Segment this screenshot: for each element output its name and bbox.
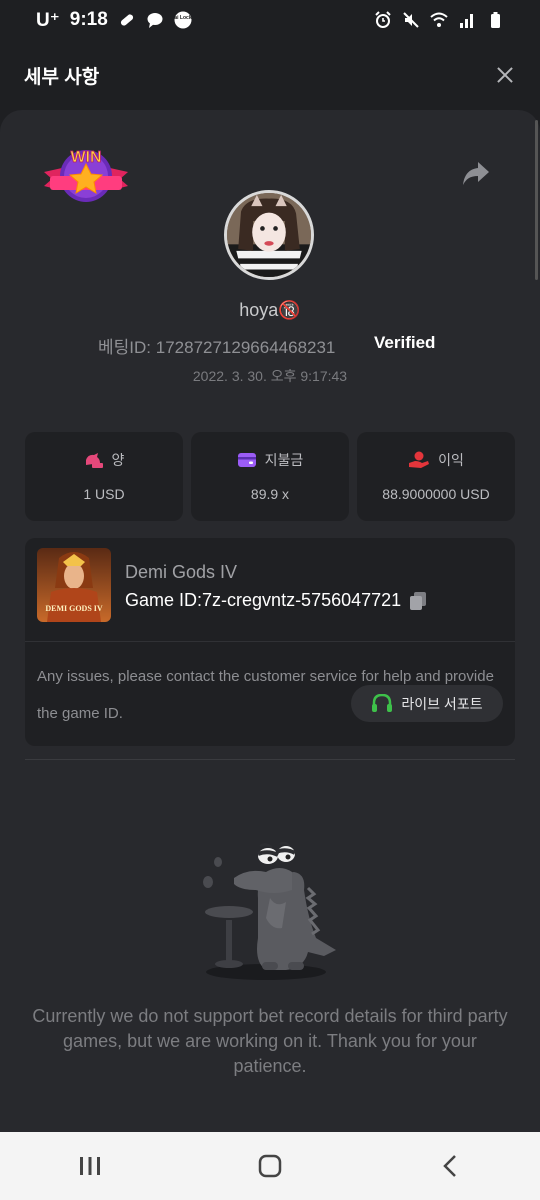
- dinosaur-illustration-icon: [203, 841, 336, 980]
- profit-hand-icon: [408, 451, 430, 472]
- status-time: 9:18: [69, 9, 108, 30]
- headset-icon: [372, 693, 393, 712]
- lock-app-text: ai Lock: [174, 15, 191, 21]
- section-divider: [25, 759, 515, 760]
- share-icon[interactable]: [462, 160, 490, 186]
- back-icon[interactable]: [430, 1146, 470, 1186]
- game-thumb-text: DEMI GODS IV: [45, 604, 103, 613]
- stat-card-amount: 양 1 USD: [25, 432, 183, 521]
- close-icon[interactable]: [494, 64, 516, 86]
- game-id-text: Game ID:7z-cregvntz-5756047721: [125, 590, 401, 611]
- status-bar-right: [374, 11, 504, 29]
- wifi-icon: [430, 12, 448, 27]
- game-thumbnail[interactable]: DEMI GODS IV: [37, 548, 111, 622]
- bet-datetime: 2022. 3. 30. 오후 9:17:43: [192, 368, 348, 384]
- game-id-label: Game ID:: [125, 590, 203, 610]
- bet-id-row: 베팅ID: 1728727129664468231: [98, 333, 335, 358]
- recent-apps-icon[interactable]: [70, 1146, 110, 1186]
- chat-bubble-icon: [147, 13, 163, 28]
- bet-amount-icon: [84, 451, 104, 472]
- page-title: 세부 사항: [24, 66, 100, 88]
- game-id-value: 7z-cregvntz-5756047721: [202, 590, 402, 610]
- stat-label-row: 양: [25, 450, 183, 472]
- status-bar: U⁺ 9:18 ai Lock: [0, 0, 540, 40]
- bet-id-label: 베팅ID:: [98, 338, 152, 357]
- status-bar-left: U⁺ 9:18 ai Lock: [36, 9, 192, 32]
- stat-card-profit: 이익 88.9000000 USD: [357, 432, 515, 521]
- avatar: [224, 190, 314, 280]
- stat-value-profit: 88.9000000 USD: [382, 486, 490, 502]
- home-icon[interactable]: [250, 1146, 290, 1186]
- alarm-icon: [375, 11, 391, 28]
- stat-label-payout: 지불금: [264, 452, 304, 468]
- game-name: Demi Gods IV: [125, 562, 238, 582]
- stat-label-row: 지불금: [191, 450, 349, 471]
- win-badge-text: WIN: [70, 149, 101, 166]
- stat-card-payout: 지불금 89.9 x: [191, 432, 349, 521]
- scrollbar[interactable]: [535, 120, 538, 280]
- signal-icon: [460, 14, 473, 28]
- carrier-label: U⁺: [36, 9, 60, 31]
- stat-value-amount: 1 USD: [83, 486, 125, 502]
- stat-label-amount: 양: [111, 452, 125, 468]
- stat-label-row: 이익: [357, 450, 515, 472]
- verified-label: Verified: [374, 333, 436, 352]
- bet-id-value: 1728727129664468231: [155, 338, 336, 357]
- lock-app-icon: ai Lock: [174, 11, 192, 29]
- details-header: 세부 사항: [0, 40, 540, 110]
- win-badge-icon: WIN: [44, 149, 128, 202]
- copy-icon[interactable]: [409, 591, 427, 611]
- game-card: DEMI GODS IV Demi Gods IV Game ID:7z-cre…: [25, 538, 515, 746]
- mute-icon: [403, 12, 419, 28]
- stat-label-profit: 이익: [438, 452, 464, 468]
- pill-icon: [120, 14, 133, 26]
- game-card-divider: [25, 641, 515, 642]
- game-id-row: Game ID:7z-cregvntz-5756047721: [125, 590, 427, 611]
- live-support-label: 라이브 서포트: [401, 695, 483, 712]
- username: hoya🔞: [239, 300, 301, 320]
- stat-value-payout: 89.9 x: [250, 486, 290, 502]
- system-nav-bar: [0, 1132, 540, 1200]
- third-party-notice: Currently we do not support bet record d…: [32, 1006, 508, 1076]
- wallet-icon: [237, 452, 257, 471]
- live-support-button[interactable]: 라이브 서포트: [351, 685, 503, 722]
- battery-icon: [491, 12, 500, 28]
